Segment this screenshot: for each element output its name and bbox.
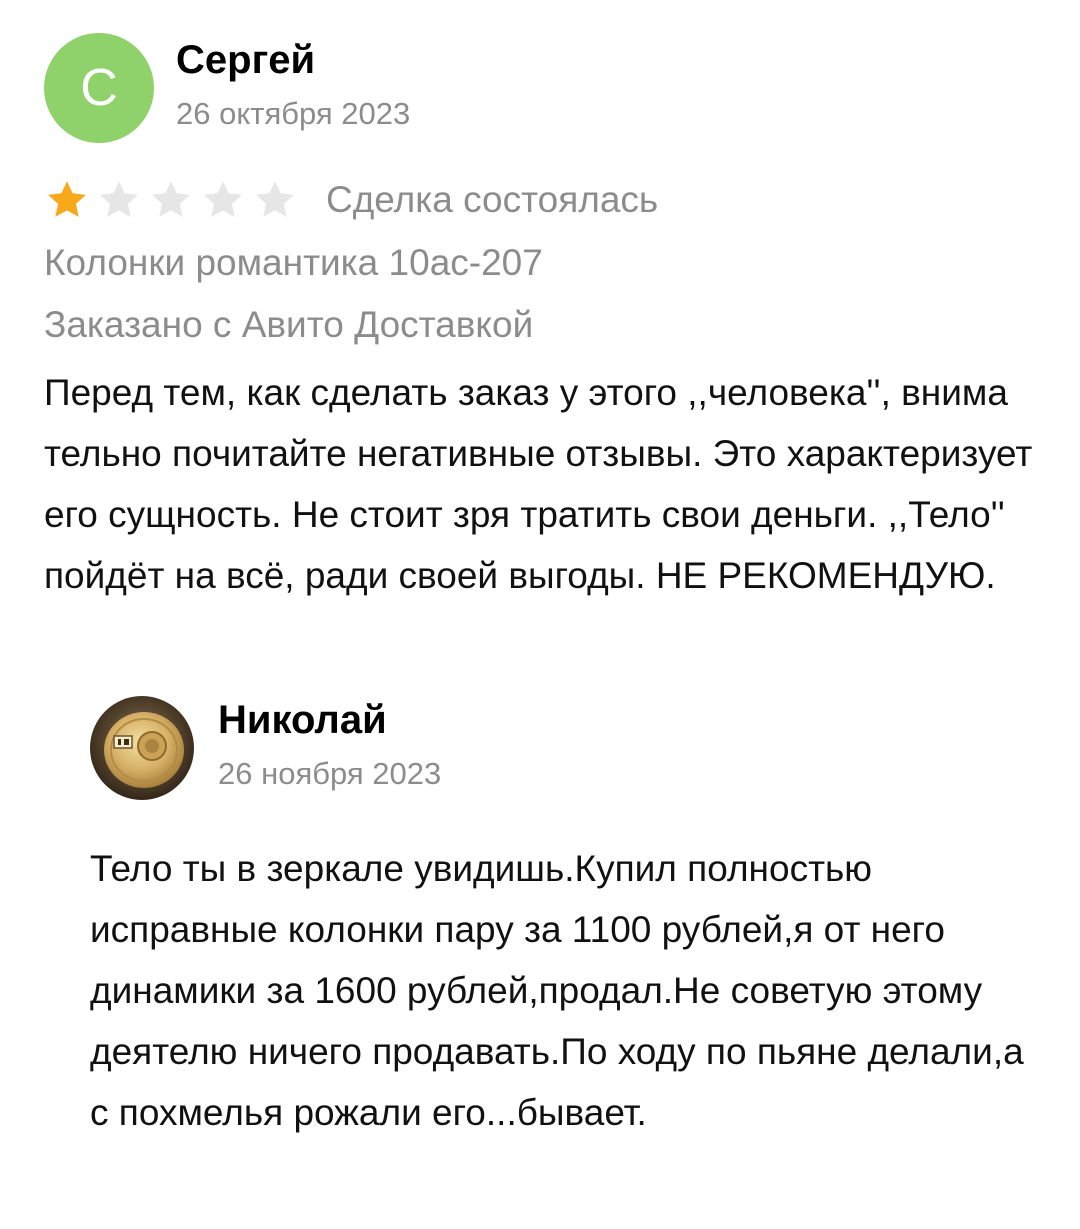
star-icon [252,177,298,223]
author-name[interactable]: Сергей [176,36,410,84]
star-icon [96,177,142,223]
reply-header: Николай 26 ноября 2023 [90,692,1040,804]
review-date: 26 октября 2023 [176,96,411,131]
reply-date: 26 ноября 2023 [218,756,442,791]
product-name[interactable]: Колонки романтика 10ас-207 [44,238,1044,288]
reply-author-meta: Николай 26 ноября 2023 [218,698,442,794]
review-card: С Сергей 26 октября 2023 Сделка состояла… [44,32,1044,606]
review-text: Перед тем, как сделать заказ у этого ,,ч… [44,372,1033,596]
avatar[interactable]: С [44,33,154,143]
rating-row: Сделка состоялась [44,178,1044,222]
seller-reply: Николай 26 ноября 2023 Тело ты в зеркале… [90,692,1040,1143]
delivery-note: Заказано с Авито Доставкой [44,304,534,345]
reply-author-name[interactable]: Николай [218,696,441,744]
author-meta: Сергей 26 октября 2023 [176,38,411,134]
review-header: С Сергей 26 октября 2023 [44,32,1044,144]
star-icon [148,177,194,223]
deal-status: Сделка состоялась [326,179,659,220]
star-rating [44,177,304,223]
coin-photo-icon[interactable] [90,696,194,800]
star-icon [44,177,90,223]
avatar-initial: С [80,59,118,117]
star-icon [200,177,246,223]
reply-text: Тело ты в зеркале увидишь.Купил полность… [90,848,1024,1133]
